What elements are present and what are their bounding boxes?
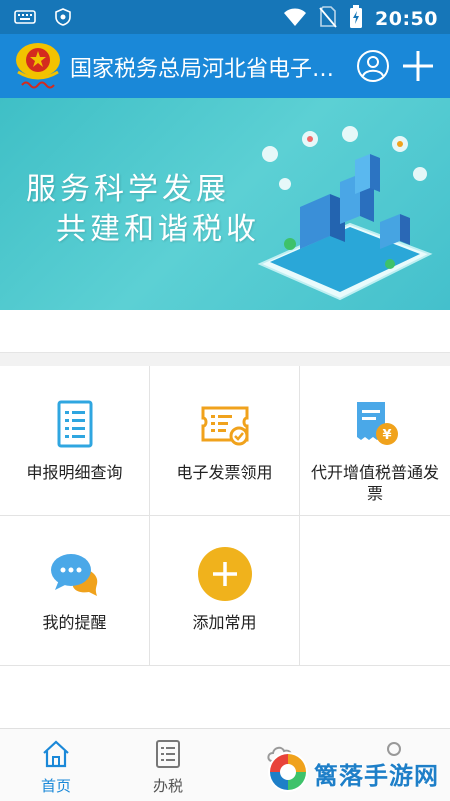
watermark-logo-icon [266, 750, 310, 794]
app-bar: 国家税务总局河北省电子税... [0, 34, 450, 98]
service-label: 代开增值税普通发票 [310, 463, 439, 503]
smart-city-illustration [240, 114, 440, 304]
add-button[interactable] [400, 48, 436, 84]
tab-label: 首页 [40, 777, 71, 795]
e-invoice-icon [197, 396, 253, 452]
service-grid: 申报明细查询 电子发票领用 ¥ 代开增值税普通发票 我的提醒 添加常用 [0, 366, 450, 666]
battery-charging-icon [349, 5, 363, 33]
banner-slogan-line1: 服务科学发展 [26, 172, 230, 207]
plus-icon [403, 51, 433, 81]
tab-label: 办税 [152, 777, 183, 795]
service-label: 添加常用 [192, 613, 257, 632]
bottom-gap [0, 666, 450, 728]
blank-strip [0, 310, 450, 352]
service-label: 申报明细查询 [26, 463, 123, 482]
empty-cell [300, 516, 450, 666]
banner-slogan-line2: 共建和谐税收 [56, 212, 260, 247]
keyboard-icon [14, 9, 36, 29]
no-sim-icon [319, 6, 337, 32]
report-list-icon [47, 396, 103, 452]
service-label: 我的提醒 [42, 613, 107, 632]
vat-invoice-icon: ¥ [347, 396, 403, 452]
tab-home[interactable]: 首页 [0, 729, 112, 801]
wifi-icon [283, 7, 307, 31]
service-reminder[interactable]: 我的提醒 [0, 516, 150, 666]
service-vat-invoice[interactable]: ¥ 代开增值税普通发票 [300, 366, 450, 516]
site-watermark: 篱落手游网 [266, 750, 448, 794]
add-circle-icon [197, 546, 253, 602]
app-title: 国家税务总局河北省电子税... [70, 57, 340, 82]
status-bar: 20:50 [0, 0, 450, 34]
user-button[interactable] [356, 49, 390, 83]
tax-list-icon [153, 739, 183, 769]
service-label: 电子发票领用 [176, 463, 273, 482]
promo-banner[interactable]: 服务科学发展 共建和谐税收 [0, 98, 450, 310]
service-e-invoice[interactable]: 电子发票领用 [150, 366, 300, 516]
section-divider [0, 352, 450, 367]
reminder-chat-icon [47, 546, 103, 602]
service-report-query[interactable]: 申报明细查询 [0, 366, 150, 516]
shield-icon [54, 8, 72, 30]
home-icon [41, 739, 71, 769]
status-time: 20:50 [375, 8, 438, 30]
user-icon [357, 50, 389, 82]
watermark-text: 篱落手游网 [314, 762, 439, 790]
svg-text:¥: ¥ [382, 428, 391, 443]
service-add-favorite[interactable]: 添加常用 [150, 516, 300, 666]
tax-emblem-logo [12, 40, 64, 92]
tab-tax[interactable]: 办税 [112, 729, 224, 801]
